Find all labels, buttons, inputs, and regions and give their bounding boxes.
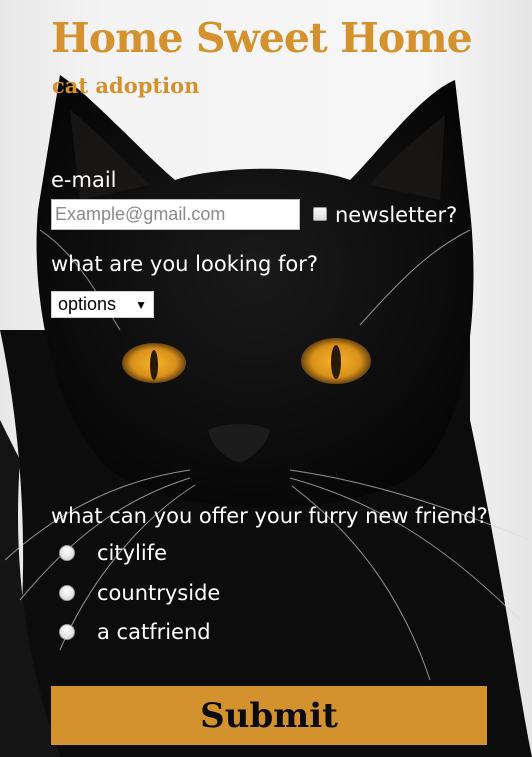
newsletter-checkbox[interactable] xyxy=(313,207,327,221)
submit-button[interactable]: Submit xyxy=(51,686,487,745)
offer-label: what can you offer your furry new friend… xyxy=(51,504,488,528)
page-title: Home Sweet Home xyxy=(51,14,473,62)
radio-countryside[interactable] xyxy=(59,585,75,601)
looking-for-select[interactable]: options ▼ xyxy=(51,291,154,318)
page-subtitle: cat adoption xyxy=(52,73,200,98)
email-label: e-mail xyxy=(51,168,117,192)
radio-citylife[interactable] xyxy=(59,545,75,561)
radio-label-catfriend: a catfriend xyxy=(97,620,211,644)
looking-for-label: what are you looking for? xyxy=(51,252,319,276)
cat-illustration xyxy=(0,75,532,757)
email-field[interactable] xyxy=(51,199,300,230)
radio-catfriend[interactable] xyxy=(59,624,75,640)
radio-label-citylife: citylife xyxy=(97,541,168,565)
looking-for-selected-value: options xyxy=(58,294,117,314)
caret-down-icon: ▼ xyxy=(135,297,147,312)
background-cat-photo xyxy=(0,0,532,757)
newsletter-label: newsletter? xyxy=(335,203,458,227)
radio-label-countryside: countryside xyxy=(97,581,221,605)
